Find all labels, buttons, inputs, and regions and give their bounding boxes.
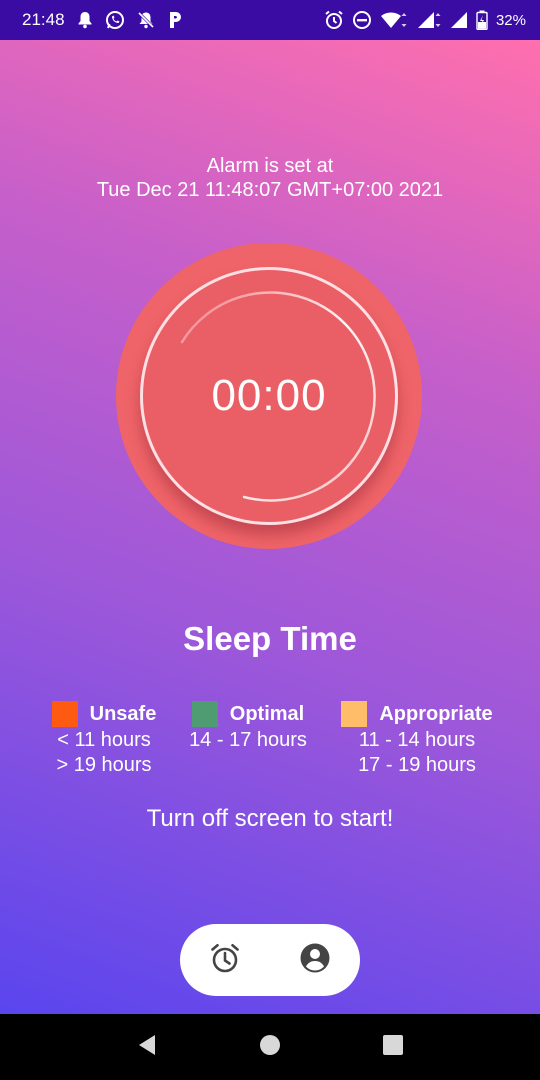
alarm-label: Alarm is set at [206,155,334,177]
battery-percent: 32% [495,11,526,29]
legend-range: 17 - 19 hours [358,754,476,776]
system-nav-bar [0,1014,540,1080]
signal-icon [416,10,442,30]
optimal-swatch [191,701,218,727]
legend-range: 14 - 17 hours [189,729,307,751]
app-screen: Alarm is set at Tue Dec 21 11:48:07 GMT+… [0,40,540,1014]
legend-appropriate: Appropriate 11 - 14 hours 17 - 19 hours [336,700,498,778]
legend-unsafe: Unsafe < 11 hours > 19 hours [44,700,164,778]
alarm-info: Alarm is set at Tue Dec 21 11:48:07 GMT+… [0,154,540,202]
sleep-time-title: Sleep Time [183,620,357,657]
nav-account-button[interactable] [295,940,335,980]
back-icon [135,1033,159,1062]
wifi-icon [380,10,408,30]
status-left: 21:48 [22,10,183,30]
start-hint: Turn off screen to start! [146,805,394,832]
alarm-clock-icon [209,942,241,979]
recents-icon [381,1033,405,1062]
account-icon [299,942,331,979]
status-bar: 21:48 32% [0,0,540,40]
bell-icon [77,11,93,29]
bottom-nav [180,924,360,996]
alarm-icon [324,10,344,30]
legend-label: Optimal [229,702,305,725]
status-time: 21:48 [22,10,65,29]
status-right: 32% [324,10,526,30]
unsafe-swatch [51,701,78,727]
legend-label: Unsafe [89,702,157,725]
battery-icon [476,10,488,30]
signal-icon [450,10,468,30]
sleep-timer-button[interactable]: 00:00 [116,243,422,549]
p-app-icon [167,11,183,29]
appropriate-swatch [341,701,368,727]
timer-display: 00:00 [211,371,327,420]
legend-range: > 19 hours [56,754,152,776]
sleep-legend: Unsafe < 11 hours > 19 hours Optimal 14 … [0,700,540,790]
back-button[interactable] [132,1032,162,1062]
dnd-icon [352,10,372,30]
alarm-datetime: Tue Dec 21 11:48:07 GMT+07:00 2021 [96,179,444,201]
legend-label: Appropriate [379,702,493,725]
timer-face: 00:00 [140,267,398,525]
recents-button[interactable] [378,1032,408,1062]
legend-range: < 11 hours [57,729,151,751]
legend-range: 11 - 14 hours [358,729,476,751]
whatsapp-icon [105,10,125,30]
home-icon [258,1033,282,1062]
nav-alarm-button[interactable] [205,940,245,980]
muted-bell-icon [137,11,155,29]
legend-optimal: Optimal 14 - 17 hours [183,700,313,753]
home-button[interactable] [255,1032,285,1062]
